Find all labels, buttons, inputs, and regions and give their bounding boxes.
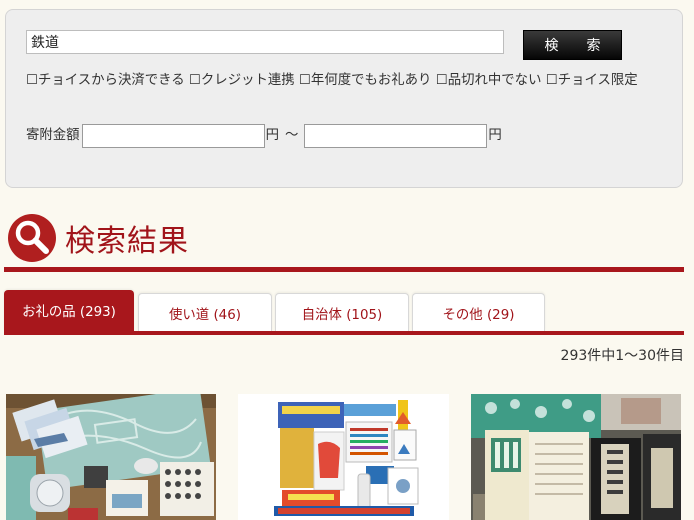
tab-municipality-label: 自治体 (105) bbox=[301, 307, 383, 323]
results-title: 検索結果 bbox=[65, 224, 189, 259]
amount-max-input[interactable] bbox=[304, 124, 488, 148]
amount-min-input[interactable] bbox=[81, 124, 265, 148]
title-divider bbox=[4, 267, 684, 272]
option-choice-limited[interactable]: ☐チョイス限定 bbox=[546, 73, 638, 88]
product-thumbnail-3[interactable] bbox=[471, 394, 681, 520]
option-choice-payment[interactable]: ☐チョイスから決済できる bbox=[26, 73, 185, 88]
filter-options: ☐チョイスから決済できる ☐クレジット連携 ☐年何度でもお礼あり ☐品切れ中でな… bbox=[26, 69, 666, 92]
option-credit-link[interactable]: ☐クレジット連携 bbox=[189, 73, 295, 88]
amount-label: 寄附金額 bbox=[26, 128, 80, 143]
result-count: 293件中1〜30件目 bbox=[560, 348, 684, 364]
amount-range: 寄附金額 円 ～ 円 bbox=[26, 124, 502, 148]
product-thumbnail-1[interactable] bbox=[6, 394, 216, 520]
tab-other-label: その他 (29) bbox=[442, 307, 515, 323]
option-multiple-times[interactable]: ☐年何度でもお礼あり bbox=[299, 73, 432, 88]
option-in-stock[interactable]: ☐品切れ中でない bbox=[436, 73, 542, 88]
search-button[interactable]: 検 索 bbox=[523, 30, 622, 60]
tab-divider bbox=[4, 331, 684, 335]
range-separator: ～ bbox=[284, 128, 299, 143]
tab-municipality[interactable]: 自治体 (105) bbox=[275, 293, 409, 331]
yen-label-max: 円 bbox=[488, 128, 502, 143]
product-thumbnail-2[interactable] bbox=[238, 394, 449, 520]
tab-usage-label: 使い道 (46) bbox=[169, 307, 241, 323]
tab-usage[interactable]: 使い道 (46) bbox=[138, 293, 272, 331]
yen-label-min: 円 bbox=[265, 128, 279, 143]
results-header: 検索結果 bbox=[8, 213, 189, 263]
search-panel: 検 索 ☐チョイスから決済できる ☐クレジット連携 ☐年何度でもお礼あり ☐品切… bbox=[5, 9, 683, 188]
tab-other[interactable]: その他 (29) bbox=[412, 293, 545, 331]
tab-gifts-label: お礼の品 (293) bbox=[22, 305, 116, 320]
magnifier-icon bbox=[8, 214, 56, 262]
keyword-input[interactable] bbox=[26, 30, 504, 54]
tab-gifts[interactable]: お礼の品 (293) bbox=[4, 290, 134, 331]
